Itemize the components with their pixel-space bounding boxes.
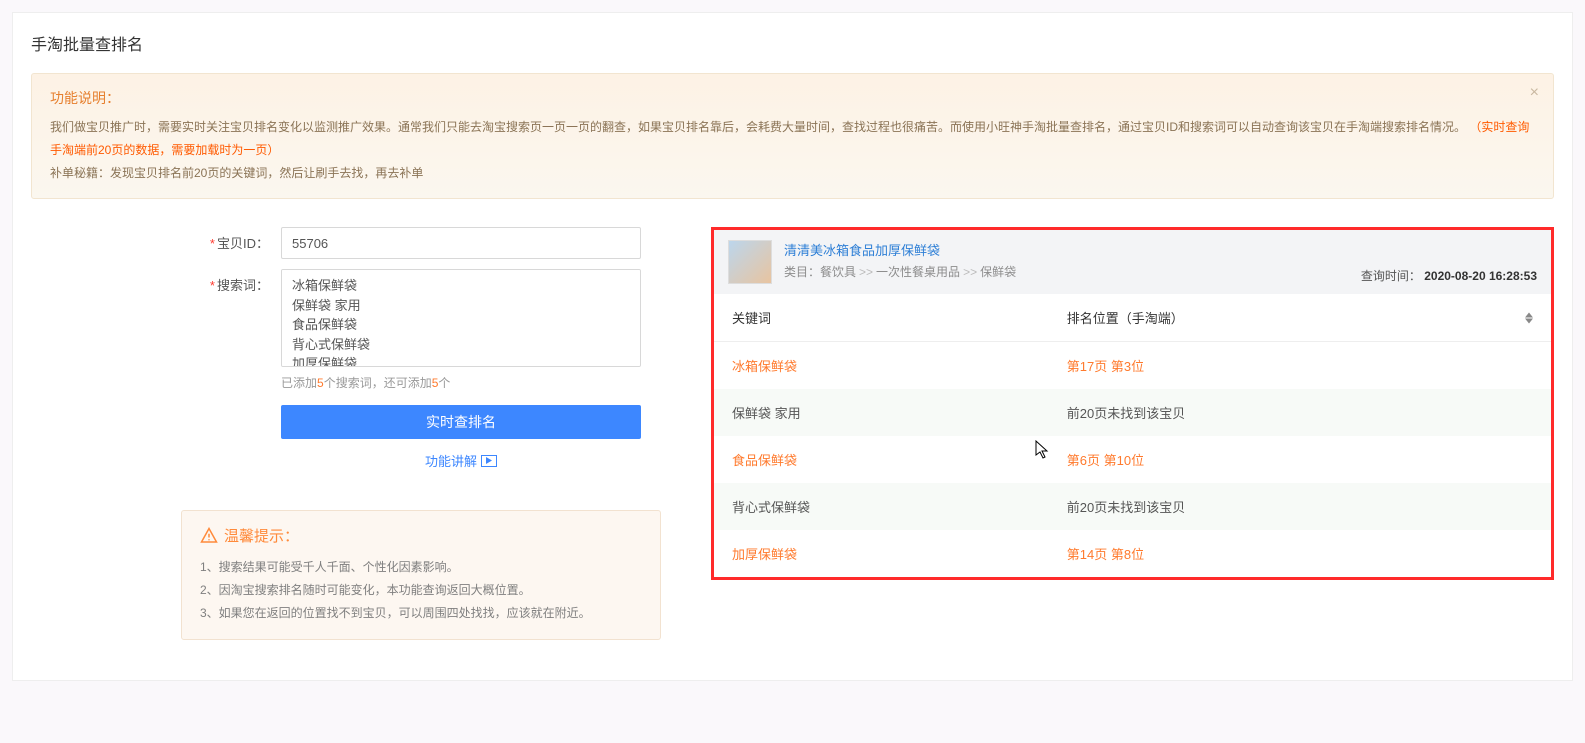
- cell-position: 第17页 第3位: [1049, 342, 1551, 390]
- tips-item: 3、如果您在返回的位置找不到宝贝，可以周围四处找找，应该就在附近。: [200, 602, 642, 625]
- table-row: 食品保鲜袋第6页 第10位: [714, 436, 1551, 483]
- page-title: 手淘批量查排名: [31, 31, 1554, 55]
- tips-box: 温馨提示： 1、搜索结果可能受千人千面、个性化因素影响。2、因淘宝搜索排名随时可…: [181, 510, 661, 639]
- tips-item: 2、因淘宝搜索排名随时可能变化，本功能查询返回大概位置。: [200, 579, 642, 602]
- table-row: 背心式保鲜袋前20页未找到该宝贝: [714, 483, 1551, 530]
- warning-icon: [200, 527, 218, 545]
- submit-button[interactable]: 实时查排名: [281, 405, 641, 439]
- info-line1-pre: 我们做宝贝推广时，需要实时关注宝贝排名变化以监测推广效果。通常我们只能去淘宝搜索…: [50, 120, 1466, 134]
- product-title[interactable]: 清清美冰箱食品加厚保鲜袋: [784, 240, 1537, 259]
- query-time: 查询时间： 2020-08-20 16:28:53: [1361, 267, 1537, 284]
- id-label: *宝贝ID：: [31, 227, 281, 252]
- tips-item: 1、搜索结果可能受千人千面、个性化因素影响。: [200, 556, 642, 579]
- product-id-input[interactable]: [281, 227, 641, 259]
- info-close-icon[interactable]: ×: [1530, 84, 1539, 102]
- cell-position: 第14页 第8位: [1049, 530, 1551, 577]
- cell-keyword: 加厚保鲜袋: [714, 530, 1049, 577]
- info-box-title: 功能说明：: [50, 88, 1535, 108]
- kw-label: *搜索词：: [31, 269, 281, 294]
- result-table: 关键词 排名位置（手淘端） 冰箱保鲜袋第17页 第3位保鲜袋 家用前20页未找到…: [714, 294, 1551, 577]
- tips-header: 温馨提示：: [200, 525, 642, 546]
- result-header: 清清美冰箱食品加厚保鲜袋 类目：餐饮具>>一次性餐桌用品>>保鲜袋 查询时间： …: [714, 230, 1551, 294]
- cell-keyword: 背心式保鲜袋: [714, 483, 1049, 530]
- cell-keyword: 保鲜袋 家用: [714, 389, 1049, 436]
- help-link[interactable]: 功能讲解: [425, 451, 497, 470]
- keywords-helper: 已添加5个搜索词，还可添加5个: [281, 374, 641, 391]
- table-row: 保鲜袋 家用前20页未找到该宝贝: [714, 389, 1551, 436]
- table-row: 加厚保鲜袋第14页 第8位: [714, 530, 1551, 577]
- cell-keyword: 食品保鲜袋: [714, 436, 1049, 483]
- play-icon: [481, 455, 497, 467]
- info-box: × 功能说明： 我们做宝贝推广时，需要实时关注宝贝排名变化以监测推广效果。通常我…: [31, 73, 1554, 199]
- cell-keyword: 冰箱保鲜袋: [714, 342, 1049, 390]
- result-panel: 清清美冰箱食品加厚保鲜袋 类目：餐饮具>>一次性餐桌用品>>保鲜袋 查询时间： …: [711, 227, 1554, 580]
- info-box-body: 我们做宝贝推广时，需要实时关注宝贝排名变化以监测推广效果。通常我们只能去淘宝搜索…: [50, 116, 1535, 184]
- col-keyword: 关键词: [714, 294, 1049, 342]
- table-row: 冰箱保鲜袋第17页 第3位: [714, 342, 1551, 390]
- cell-position: 第6页 第10位: [1049, 436, 1551, 483]
- cell-position: 前20页未找到该宝贝: [1049, 483, 1551, 530]
- col-position[interactable]: 排名位置（手淘端）: [1049, 294, 1551, 342]
- info-line2: 补单秘籍：发现宝贝排名前20页的关键词，然后让刷手去找，再去补单: [50, 166, 423, 180]
- product-thumbnail: [728, 240, 772, 284]
- keywords-textarea[interactable]: [281, 269, 641, 367]
- cell-position: 前20页未找到该宝贝: [1049, 389, 1551, 436]
- sort-icon[interactable]: [1525, 312, 1533, 323]
